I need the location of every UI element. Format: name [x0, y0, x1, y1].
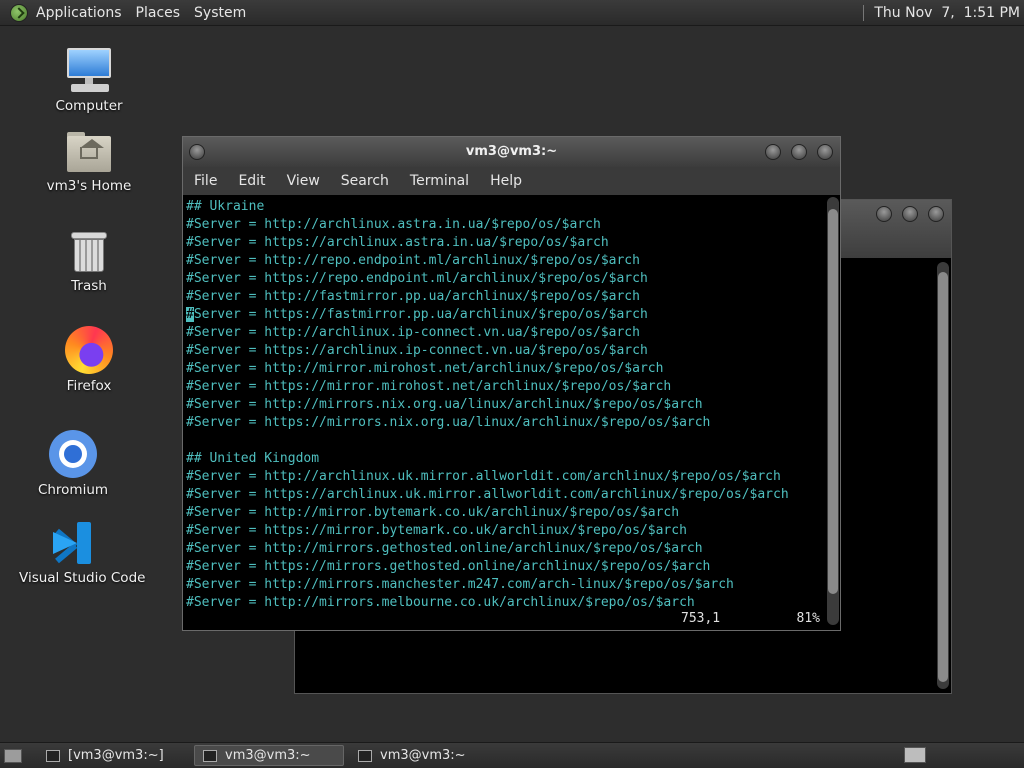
terminal-icon	[46, 749, 60, 762]
firefox-icon	[65, 326, 113, 374]
close-icon[interactable]	[928, 206, 944, 222]
system-menu[interactable]: System	[194, 5, 246, 21]
terminal-line: ## United Kingdom	[186, 451, 320, 466]
terminal-icon	[203, 749, 217, 762]
terminal-line: #Server = https://archlinux.astra.in.ua/…	[186, 235, 609, 250]
computer-icon	[65, 46, 113, 94]
terminal-menubar: File Edit View Search Terminal Help	[183, 167, 840, 195]
places-menu[interactable]: Places	[136, 5, 181, 21]
terminal-line: #Server = https://mirrors.gethosted.onli…	[186, 559, 711, 574]
desktop-icon-label: Trash	[71, 278, 107, 294]
taskbar-item[interactable]: [vm3@vm3:~]	[38, 745, 188, 766]
workspace-switcher[interactable]	[904, 747, 926, 763]
terminal-line: #Server = https://archlinux.ip-connect.v…	[186, 343, 648, 358]
minimize-icon[interactable]	[765, 144, 781, 160]
menu-terminal[interactable]: Terminal	[410, 173, 469, 189]
taskbar-item-active[interactable]: vm3@vm3:~	[194, 745, 344, 766]
menu-search[interactable]: Search	[341, 173, 389, 189]
scroll-percent: 81%	[796, 611, 820, 626]
terminal-text-area[interactable]: ## Ukraine #Server = http://archlinux.ast…	[186, 198, 823, 632]
chromium-icon	[49, 430, 97, 478]
applications-menu[interactable]: Applications	[36, 5, 122, 21]
text-cursor: #	[186, 307, 194, 322]
desktop-icon-computer[interactable]: Computer	[34, 46, 144, 114]
menu-file[interactable]: File	[194, 173, 217, 189]
clock-area: Thu Nov 7, 1:51 PM	[863, 0, 1020, 25]
terminal-line: #Server = https://repo.endpoint.ml/archl…	[186, 271, 648, 286]
minimize-icon[interactable]	[876, 206, 892, 222]
terminal-line: #Server = http://mirrors.gethosted.onlin…	[186, 541, 703, 556]
terminal-line: #Server = http://mirror.mirohost.net/arc…	[186, 361, 664, 376]
desktop-icon-vscode[interactable]: Visual Studio Code	[19, 520, 146, 586]
top-panel: Applications Places System Thu Nov 7, 1:…	[0, 0, 1024, 26]
terminal-line: ## Ukraine	[186, 199, 265, 214]
desktop-icon-trash[interactable]: Trash	[34, 230, 144, 294]
desktop-icon-home[interactable]: vm3's Home	[34, 130, 144, 194]
show-desktop-icon[interactable]	[4, 748, 22, 763]
panel-separator	[863, 4, 865, 21]
terminal-line: #Server = https://mirror.bytemark.co.uk/…	[186, 523, 687, 538]
terminal-line: #Server = http://archlinux.ip-connect.vn…	[186, 325, 640, 340]
mate-logo-icon[interactable]	[10, 3, 28, 22]
clock[interactable]: Thu Nov 7, 1:51 PM	[874, 5, 1020, 21]
cursor-position: 753,1	[681, 611, 721, 626]
terminal-line: #Server = http://fastmirror.pp.ua/archli…	[186, 289, 640, 304]
terminal-line: #Server = https://mirrors.nix.org.ua/lin…	[186, 415, 711, 430]
home-folder-icon	[65, 130, 113, 174]
terminal-line: #Server = https://mirror.mirohost.net/ar…	[186, 379, 672, 394]
menu-view[interactable]: View	[287, 173, 320, 189]
background-window-scrollbar[interactable]	[937, 262, 949, 689]
maximize-icon[interactable]	[902, 206, 918, 222]
desktop-icon-label: Computer	[55, 98, 123, 114]
terminal-line: #Server = http://mirrors.manchester.m247…	[186, 577, 734, 592]
menu-help[interactable]: Help	[490, 173, 522, 189]
taskbar-item[interactable]: vm3@vm3:~	[350, 745, 500, 766]
scrollbar-thumb[interactable]	[828, 209, 838, 594]
bottom-panel: [vm3@vm3:~] vm3@vm3:~ vm3@vm3:~	[0, 742, 1024, 768]
desktop-icon-label: Visual Studio Code	[19, 570, 146, 586]
taskbar-item-label: vm3@vm3:~	[380, 748, 466, 763]
editor-status-line: 753,1 81%	[186, 611, 823, 629]
terminal-line: #Server = http://repo.endpoint.ml/archli…	[186, 253, 640, 268]
maximize-icon[interactable]	[791, 144, 807, 160]
taskbar-item-label: [vm3@vm3:~]	[68, 748, 164, 763]
terminal-line: #Server = https://archlinux.uk.mirror.al…	[186, 487, 789, 502]
scrollbar-thumb[interactable]	[938, 272, 948, 682]
terminal-line: #Server = https://fastmirror.pp.ua/archl…	[186, 307, 648, 322]
trash-icon	[69, 230, 109, 274]
desktop-icon-chromium[interactable]: Chromium	[18, 430, 128, 498]
terminal-titlebar[interactable]: vm3@vm3:~	[183, 137, 840, 167]
desktop-icon-firefox[interactable]: Firefox	[34, 326, 144, 394]
window-title: vm3@vm3:~	[465, 144, 558, 159]
desktop-icon-label: Chromium	[37, 482, 109, 498]
terminal-line: #Server = http://mirrors.nix.org.ua/linu…	[186, 397, 703, 412]
terminal-scrollbar[interactable]	[827, 197, 839, 625]
menu-edit[interactable]: Edit	[238, 173, 265, 189]
taskbar-item-label: vm3@vm3:~	[225, 748, 311, 763]
terminal-line: #Server = http://archlinux.uk.mirror.all…	[186, 469, 781, 484]
close-icon[interactable]	[817, 144, 833, 160]
terminal-icon	[358, 749, 372, 762]
desktop-icon-label: Firefox	[66, 378, 112, 394]
vscode-icon	[51, 520, 97, 566]
terminal-line: #Server = http://mirrors.melbourne.co.uk…	[186, 595, 695, 610]
terminal-line: #Server = http://archlinux.astra.in.ua/$…	[186, 217, 601, 232]
desktop-icon-label: vm3's Home	[46, 178, 132, 194]
terminal-line: #Server = http://mirror.bytemark.co.uk/a…	[186, 505, 680, 520]
terminal-window[interactable]: vm3@vm3:~ File Edit View Search Terminal…	[182, 136, 841, 631]
